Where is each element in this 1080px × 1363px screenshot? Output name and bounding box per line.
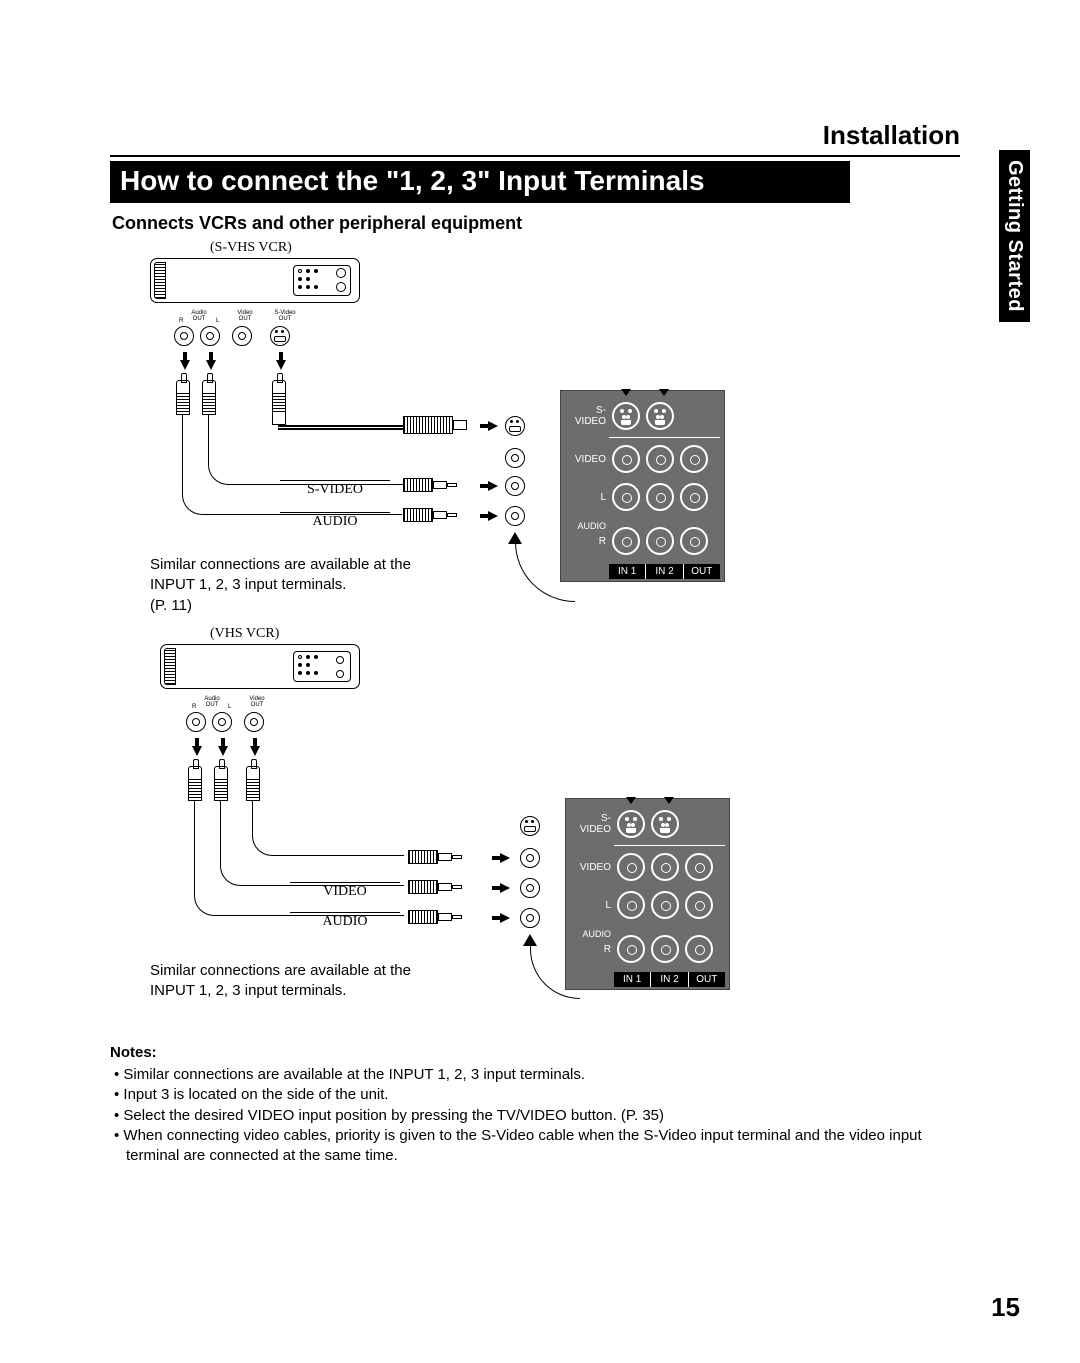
diagram1-note: Similar connections are available at the… <box>150 555 450 616</box>
diagram-vhs: (VHS VCR) Audio OUT R L Video OUT <box>110 626 850 1026</box>
tv-input-panel-2: S-VIDEO VIDEO L AUDIO R IN 1 I <box>565 798 730 990</box>
note-item: Select the desired VIDEO input position … <box>114 1106 960 1126</box>
panel-video-label: VIDEO <box>565 454 609 465</box>
svhs-vcr-body <box>150 258 360 303</box>
panel-audio-label: AUDIO <box>565 521 609 531</box>
panel-l-label: L <box>565 492 609 503</box>
page-number: 15 <box>991 1292 1020 1323</box>
panel-svideo-label: S-VIDEO <box>565 405 609 427</box>
vhs-r-label: R <box>192 704 196 710</box>
vhs-l-label: L <box>228 704 231 710</box>
audio-out-label: Audio OUT <box>186 310 212 322</box>
svideo-cable-label: S-VIDEO <box>280 480 390 498</box>
panel-r-label: R <box>565 536 609 547</box>
r-label: R <box>179 318 183 324</box>
notes-block: Notes: Similar connections are available… <box>110 1044 960 1166</box>
vhs-video-out-label: Video OUT <box>244 696 270 708</box>
notes-heading: Notes: <box>110 1044 960 1061</box>
page-title: How to connect the "1, 2, 3" Input Termi… <box>110 161 850 203</box>
tv-input-panel-1: S-VIDEO VIDEO L AUDIO R IN 1 I <box>560 390 725 582</box>
l-label: L <box>216 318 219 324</box>
notes-list: Similar connections are available at the… <box>110 1065 960 1166</box>
note-item: When connecting video cables, priority i… <box>114 1126 960 1167</box>
panel-in1: IN 1 <box>609 564 646 579</box>
video-out-label: Video OUT <box>232 310 258 322</box>
page-subtitle: Connects VCRs and other peripheral equip… <box>112 213 960 234</box>
header-rule <box>110 155 960 157</box>
vhs-vcr-body <box>160 644 360 689</box>
section-header: Installation <box>110 120 960 153</box>
audio-cable-label: AUDIO <box>280 512 390 530</box>
svideo-out-label: S-Video OUT <box>270 310 300 322</box>
diagram2-note: Similar connections are available at the… <box>150 961 450 1002</box>
page-content: Installation How to connect the "1, 2, 3… <box>110 120 960 1166</box>
vhs-audio-cable-label: AUDIO <box>290 912 400 930</box>
vhs-audio-out-label: Audio OUT <box>199 696 225 708</box>
note-item: Similar connections are available at the… <box>114 1065 960 1085</box>
svhs-vcr-label: (S-VHS VCR) <box>210 240 292 256</box>
video-cable-label: VIDEO <box>290 882 400 900</box>
panel-out: OUT <box>684 564 720 579</box>
vhs-vcr-label: (VHS VCR) <box>210 626 279 642</box>
side-tab-getting-started: Getting Started <box>999 150 1030 322</box>
note-item: Input 3 is located on the side of the un… <box>114 1085 960 1105</box>
panel-in2: IN 2 <box>646 564 683 579</box>
diagram-svhs: (S-VHS VCR) Audio OUT R L Video OUT S-Vi… <box>110 240 850 620</box>
